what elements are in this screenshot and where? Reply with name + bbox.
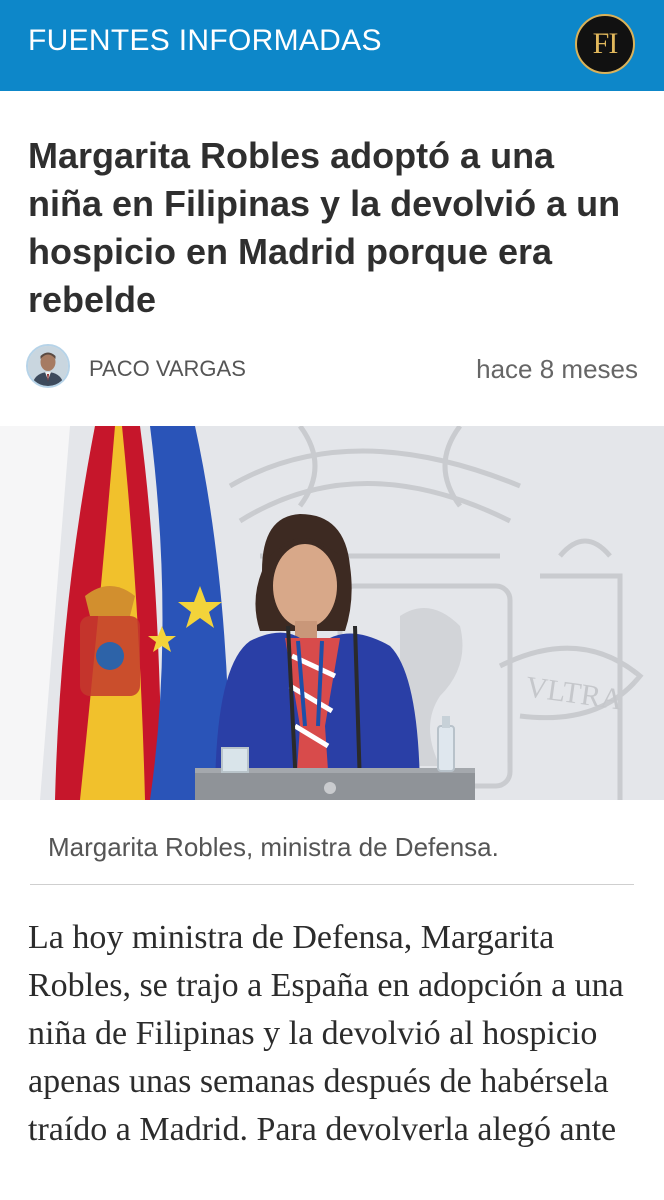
- article-title: Margarita Robles adoptó a una niña en Fi…: [28, 135, 621, 320]
- article-body: La hoy ministra de Defensa, Margarita Ro…: [28, 919, 624, 1148]
- author-name[interactable]: PACO VARGAS: [89, 356, 246, 382]
- published-time: hace 8 meses: [476, 354, 638, 384]
- article-photo: VLTRA: [0, 426, 664, 800]
- site-logo-icon[interactable]: FI: [575, 14, 635, 74]
- top-app-bar: FUENTES INFORMADAS FI: [0, 0, 664, 91]
- caption-divider: [30, 884, 634, 885]
- image-caption: Margarita Robles, ministra de Defensa.: [48, 832, 499, 862]
- article-image[interactable]: VLTRA: [0, 426, 664, 800]
- site-name[interactable]: FUENTES INFORMADAS: [28, 24, 382, 58]
- person-avatar-icon: [28, 346, 68, 386]
- logo-text: FI: [592, 27, 619, 60]
- article-byline: PACO VARGAS hace 8 meses: [26, 344, 638, 392]
- author-avatar[interactable]: [26, 344, 70, 388]
